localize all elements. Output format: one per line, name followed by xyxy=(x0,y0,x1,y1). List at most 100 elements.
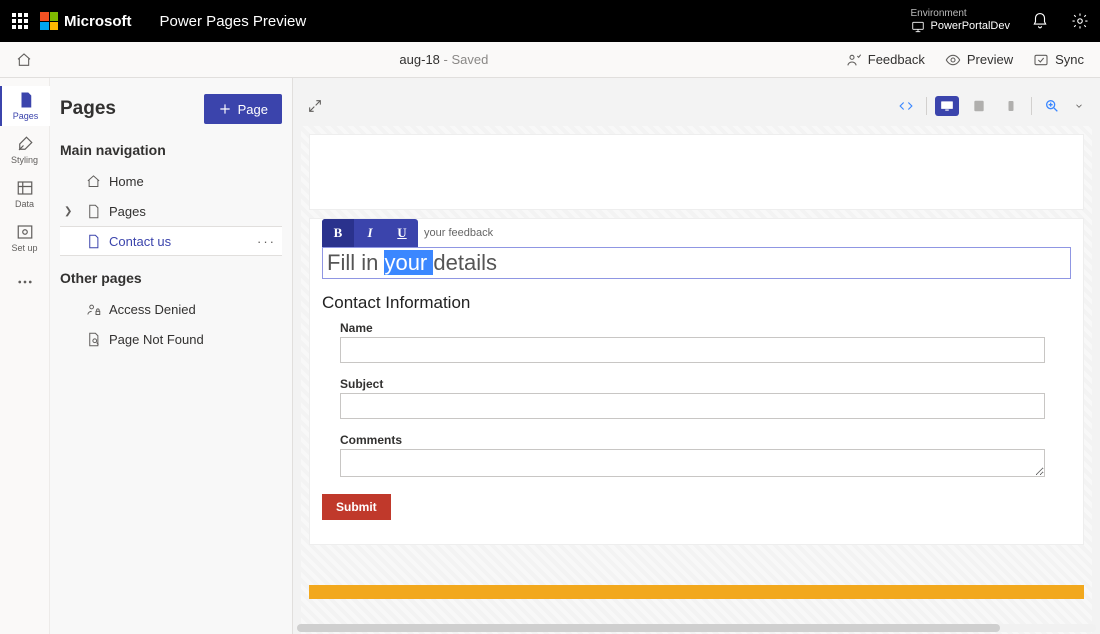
nav-item-home[interactable]: Home xyxy=(60,166,282,196)
bell-icon xyxy=(1031,12,1049,30)
sync-button[interactable]: Sync xyxy=(1033,52,1084,68)
zoom-button[interactable] xyxy=(1040,96,1064,116)
other-pages-heading: Other pages xyxy=(60,270,282,286)
home-button[interactable] xyxy=(16,52,32,68)
feedback-icon xyxy=(846,52,862,68)
page-icon xyxy=(86,234,101,249)
horizontal-scrollbar[interactable] xyxy=(297,624,1096,632)
label-subject: Subject xyxy=(340,377,1045,391)
nav-item-not-found[interactable]: Page Not Found xyxy=(60,324,282,354)
home-icon xyxy=(16,52,32,68)
zoom-dropdown[interactable] xyxy=(1072,96,1086,116)
main-nav-heading: Main navigation xyxy=(60,142,282,158)
data-icon xyxy=(16,179,34,197)
field-name: Name xyxy=(340,321,1045,363)
expand-icon xyxy=(307,98,323,114)
tablet-view-button[interactable] xyxy=(967,96,991,116)
editable-heading[interactable]: Fill in your details xyxy=(322,247,1071,279)
scrollbar-thumb[interactable] xyxy=(297,624,1000,632)
rail-pages[interactable]: Pages xyxy=(0,86,50,126)
app-launcher-icon[interactable] xyxy=(12,13,28,29)
form-section-title: Contact Information xyxy=(322,293,1063,313)
field-subject: Subject xyxy=(340,377,1045,419)
microsoft-logo: Microsoft xyxy=(40,12,132,30)
saved-indicator: - Saved xyxy=(440,52,488,67)
toolbar-separator xyxy=(926,97,927,115)
environment-picker[interactable]: Environment PowerPortalDev xyxy=(911,8,1010,34)
chevron-down-icon xyxy=(1074,101,1084,111)
nav-item-access-denied[interactable]: Access Denied xyxy=(60,294,282,324)
design-canvas-wrap: B I U your feedback Fill in your details… xyxy=(293,78,1100,634)
toolbar-context-label: your feedback xyxy=(424,227,493,239)
page-search-icon xyxy=(86,332,101,347)
zoom-icon xyxy=(1044,98,1060,114)
feedback-button[interactable]: Feedback xyxy=(846,52,925,68)
eye-icon xyxy=(945,52,961,68)
canvas-section-form[interactable]: B I U your feedback Fill in your details… xyxy=(309,218,1084,545)
rail-data[interactable]: Data xyxy=(0,174,50,214)
plus-icon xyxy=(218,102,232,116)
heading-text-post: details xyxy=(433,250,497,275)
chevron-right-icon[interactable]: ❯ xyxy=(64,206,72,217)
page-icon xyxy=(17,91,35,109)
settings-button[interactable] xyxy=(1070,11,1090,31)
add-page-button[interactable]: Page xyxy=(204,94,282,124)
brand-text: Microsoft xyxy=(64,13,132,30)
nav-item-contact[interactable]: Contact us ··· xyxy=(60,226,282,256)
form-body: Contact Information Name Subject Comment… xyxy=(310,279,1083,480)
home-icon xyxy=(86,174,101,189)
page-icon xyxy=(86,204,101,219)
input-comments[interactable] xyxy=(340,449,1045,477)
mobile-icon xyxy=(1005,99,1017,113)
underline-button[interactable]: U xyxy=(386,219,418,247)
preview-button[interactable]: Preview xyxy=(945,52,1013,68)
desktop-view-button[interactable] xyxy=(935,96,959,116)
left-rail: Pages Styling Data Set up xyxy=(0,78,50,634)
lock-person-icon xyxy=(86,302,101,317)
canvas-section-footer[interactable] xyxy=(309,585,1084,599)
styling-icon xyxy=(16,135,34,153)
rail-setup[interactable]: Set up xyxy=(0,218,50,258)
input-subject[interactable] xyxy=(340,393,1045,419)
environment-icon xyxy=(911,20,925,34)
label-comments: Comments xyxy=(340,433,1045,447)
desktop-icon xyxy=(939,99,955,113)
document-name: aug-18 xyxy=(399,52,439,67)
heading-text-selected: your xyxy=(384,250,433,275)
toolbar-separator xyxy=(1031,97,1032,115)
environment-value: PowerPortalDev xyxy=(931,20,1010,33)
field-comments: Comments xyxy=(340,433,1045,480)
item-more-button[interactable]: ··· xyxy=(257,234,276,249)
text-format-toolbar: B I U your feedback xyxy=(322,219,493,247)
global-header: Microsoft Power Pages Preview Environmen… xyxy=(0,0,1100,42)
design-canvas[interactable]: B I U your feedback Fill in your details… xyxy=(301,126,1092,634)
input-name[interactable] xyxy=(340,337,1045,363)
sync-icon xyxy=(1033,52,1049,68)
italic-button[interactable]: I xyxy=(354,219,386,247)
document-title: aug-18 - Saved xyxy=(399,52,488,67)
notifications-button[interactable] xyxy=(1030,11,1050,31)
environment-label: Environment xyxy=(911,8,1010,20)
app-title: Power Pages Preview xyxy=(160,13,307,30)
code-icon xyxy=(898,99,914,113)
ellipsis-icon xyxy=(16,273,34,291)
panel-title: Pages xyxy=(60,98,116,120)
command-bar: aug-18 - Saved Feedback Preview Sync xyxy=(0,42,1100,78)
heading-text-pre: Fill in xyxy=(327,250,384,275)
code-view-button[interactable] xyxy=(894,96,918,116)
rail-styling[interactable]: Styling xyxy=(0,130,50,170)
nav-item-pages[interactable]: ❯ Pages xyxy=(60,196,282,226)
canvas-toolbar xyxy=(894,96,1086,116)
submit-button[interactable]: Submit xyxy=(322,494,391,520)
mobile-view-button[interactable] xyxy=(999,96,1023,116)
rail-more[interactable] xyxy=(0,262,50,302)
bold-button[interactable]: B xyxy=(322,219,354,247)
tablet-icon xyxy=(972,99,986,113)
gear-icon xyxy=(1071,12,1089,30)
canvas-expand-button[interactable] xyxy=(307,98,323,114)
setup-icon xyxy=(16,223,34,241)
pages-panel: Pages Page Main navigation Home ❯ Pages … xyxy=(50,78,293,634)
label-name: Name xyxy=(340,321,1045,335)
canvas-section-blank[interactable] xyxy=(309,134,1084,210)
app-shell: Pages Styling Data Set up Pages Page Mai… xyxy=(0,78,1100,634)
